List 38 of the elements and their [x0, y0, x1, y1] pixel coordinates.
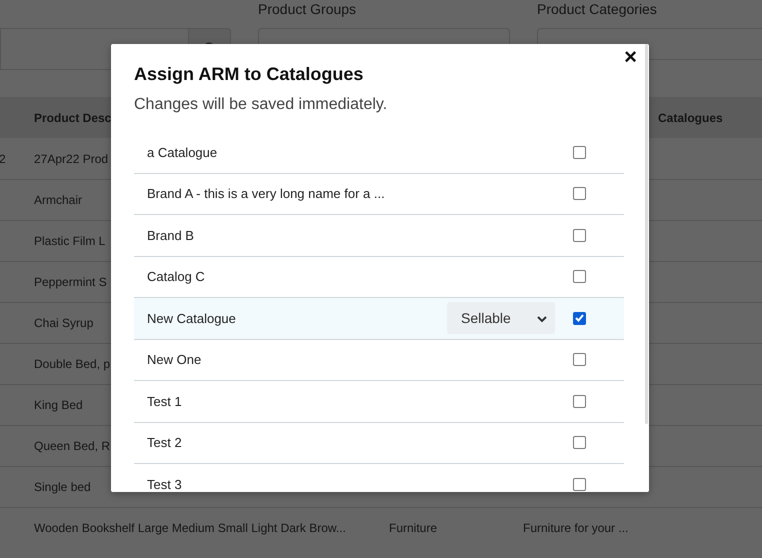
filter-label: Product Groups — [258, 2, 358, 19]
table-cell: Single bed — [34, 480, 91, 494]
dialog-title: Assign ARM to Catalogues — [134, 63, 364, 85]
table-cell: Wooden Bookshelf Large Medium Small Light Dark Brow... — [34, 521, 346, 535]
dialog-subtitle: Changes will be saved immediately. — [134, 95, 388, 115]
catalogue-row[interactable]: Brand B — [134, 215, 624, 256]
chevron-icon — [537, 316, 547, 324]
table-cell: Queen Bed, R — [34, 439, 110, 453]
table-cell: 27Apr22 Prod — [34, 152, 108, 166]
catalogue-row[interactable]: Test 2 — [134, 422, 624, 464]
checkbox[interactable] — [573, 353, 586, 366]
checkbox[interactable] — [573, 270, 586, 284]
checkbox[interactable] — [573, 146, 586, 159]
catalogue-row[interactable]: Test 1 — [134, 381, 624, 422]
checkbox[interactable] — [573, 228, 586, 242]
type-dropdown[interactable]: Sellable — [447, 302, 555, 334]
table-cell: Double Bed, p — [34, 357, 110, 371]
checkbox[interactable] — [573, 478, 586, 491]
table-cell: Chai Syrup — [34, 316, 94, 330]
filter-label: Product Categories — [537, 2, 658, 19]
table-cell: Plastic Film L — [34, 234, 106, 248]
checkbox[interactable] — [573, 436, 586, 450]
catalogue-row[interactable]: New One — [134, 340, 624, 381]
table-cell: Furniture for your ... — [523, 521, 628, 535]
catalogue-row[interactable]: New Catalogue Sellable — [134, 298, 624, 340]
catalogue-row[interactable]: Brand A - this is a very long name for a ... — [134, 174, 624, 215]
table-cell: Armchair — [34, 193, 82, 207]
checkbox[interactable] — [573, 312, 586, 325]
table-cell: King Bed — [34, 398, 83, 412]
table-cell: Peppermint S — [34, 275, 107, 289]
catalogue-row[interactable]: a Catalogue — [134, 132, 624, 174]
scrollbar[interactable] — [645, 44, 648, 424]
checkmark-icon — [575, 314, 584, 322]
checkbox[interactable] — [573, 187, 586, 200]
catalogue-row[interactable]: Test 3 — [134, 464, 624, 492]
close-button[interactable]: × — [622, 46, 639, 68]
table-cell: Furniture — [389, 521, 438, 535]
checkbox[interactable] — [573, 394, 586, 408]
